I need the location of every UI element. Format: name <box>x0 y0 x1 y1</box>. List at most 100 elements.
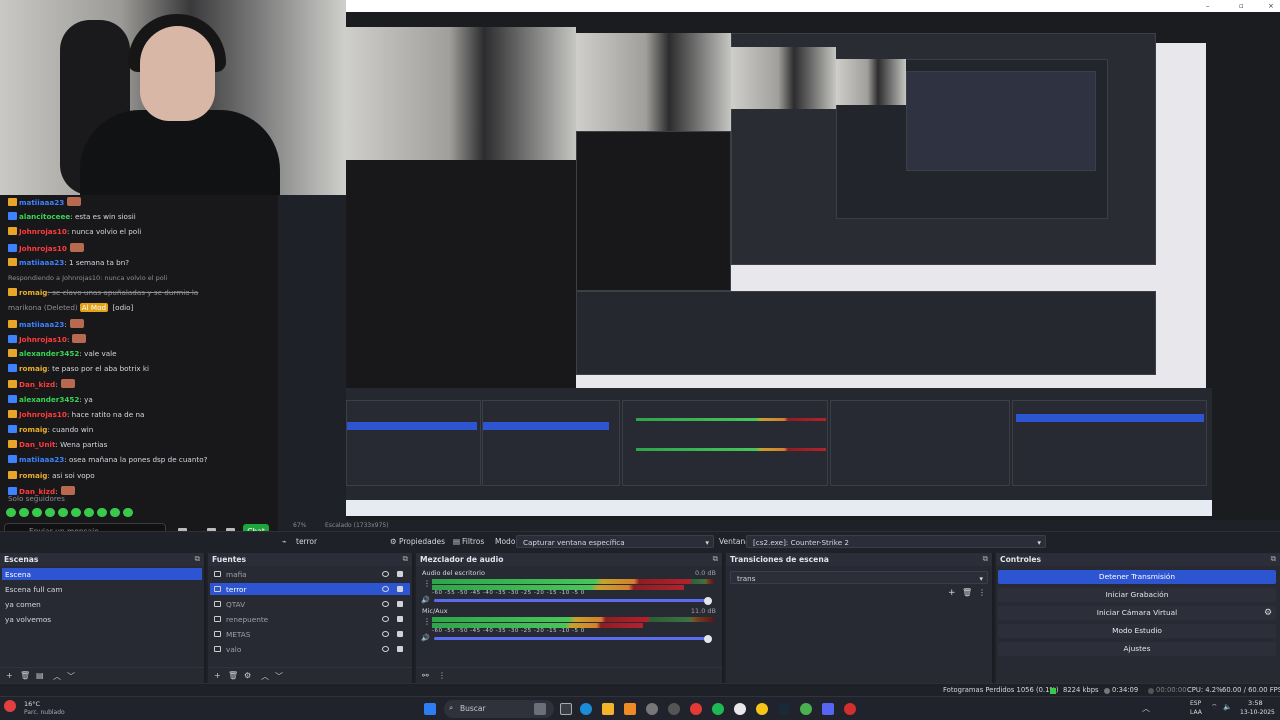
visibility-icon[interactable] <box>382 646 389 652</box>
close-icon[interactable]: × <box>1268 2 1274 10</box>
chat-username[interactable]: Dan_Unit <box>19 440 55 449</box>
chat-username[interactable]: Johnrojas10 <box>19 335 67 344</box>
float-icon[interactable]: ⧉ <box>403 554 408 564</box>
chat-username[interactable]: Dan_kizd <box>19 380 55 389</box>
visibility-icon[interactable] <box>382 571 389 577</box>
chat-username[interactable]: romaig <box>19 471 47 480</box>
lock-icon[interactable] <box>397 646 403 652</box>
minimize-icon[interactable]: – <box>1206 2 1210 10</box>
move-up-icon[interactable]: ︿ <box>53 671 61 682</box>
settings-button[interactable]: Ajustes <box>998 642 1276 656</box>
obs-icon[interactable] <box>844 703 856 715</box>
widgets-icon[interactable] <box>534 703 546 715</box>
start-recording-button[interactable]: Iniciar Grabación <box>998 588 1276 602</box>
remove-scene-icon[interactable]: 🗑 <box>20 671 30 680</box>
studio-mode-button[interactable]: Modo Estudio <box>998 624 1276 638</box>
move-up-icon[interactable]: ︿ <box>261 671 269 682</box>
visibility-icon[interactable] <box>382 631 389 637</box>
scene-item[interactable]: ya comen <box>2 598 202 610</box>
transition-select[interactable]: trans ▾ <box>730 571 988 584</box>
float-icon[interactable]: ⧉ <box>1271 554 1276 564</box>
visibility-icon[interactable] <box>382 616 389 622</box>
maximize-icon[interactable]: ▫ <box>1239 2 1244 10</box>
float-icon[interactable]: ⧉ <box>713 554 718 564</box>
clock-date[interactable]: 13-10-2025 <box>1240 709 1275 716</box>
add-source-icon[interactable]: + <box>214 671 221 680</box>
app-icon[interactable] <box>668 703 680 715</box>
visibility-icon[interactable] <box>382 586 389 592</box>
link-icon[interactable]: ⚯ <box>422 671 429 680</box>
media-icon[interactable] <box>690 703 702 715</box>
app-icon[interactable] <box>756 703 768 715</box>
float-icon[interactable]: ⧉ <box>983 554 988 564</box>
float-icon[interactable]: ⧉ <box>195 554 200 564</box>
scene-item[interactable]: Escena <box>2 568 202 580</box>
network-icon[interactable]: ⌔ <box>1211 703 1218 712</box>
chat-username[interactable]: matiiaaa23 <box>19 258 64 267</box>
chat-username[interactable]: alexander3452 <box>19 395 79 404</box>
task-view-icon[interactable] <box>560 703 572 715</box>
gear-icon[interactable]: ⚙ <box>1264 608 1272 618</box>
app-icon[interactable] <box>624 703 636 715</box>
keyboard-layout[interactable]: LAA <box>1190 709 1202 716</box>
file-explorer-icon[interactable] <box>602 703 614 715</box>
chrome-icon[interactable] <box>800 703 812 715</box>
spotify-icon[interactable] <box>712 703 724 715</box>
start-virtual-camera-button[interactable]: Iniciar Cámara Virtual <box>998 606 1276 620</box>
add-scene-icon[interactable]: + <box>6 671 13 680</box>
filters-button[interactable]: Filtros <box>462 537 484 546</box>
chat-username[interactable]: alexander3452 <box>19 349 79 358</box>
move-down-icon[interactable]: ﹀ <box>275 671 283 682</box>
chat-username[interactable]: romaig <box>19 364 47 373</box>
properties-button[interactable]: Propiedades <box>399 537 445 546</box>
edge-icon[interactable] <box>580 703 592 715</box>
clock-time[interactable]: 3:58 <box>1248 699 1263 707</box>
source-item[interactable]: renepuente <box>210 613 410 625</box>
remove-source-icon[interactable]: 🗑 <box>228 671 238 680</box>
language[interactable]: ESP <box>1190 700 1201 707</box>
discord-icon[interactable] <box>822 703 834 715</box>
windows-start-icon[interactable] <box>424 703 436 715</box>
source-item[interactable]: terror <box>210 583 410 595</box>
scene-item[interactable]: Escena full cam <box>2 583 202 595</box>
visibility-icon[interactable] <box>382 601 389 607</box>
source-settings-icon[interactable]: ⚙ <box>244 671 251 680</box>
move-down-icon[interactable]: ﹀ <box>67 671 75 682</box>
lock-icon[interactable] <box>397 616 403 622</box>
menu-dots-icon[interactable]: ⋮ <box>978 588 986 597</box>
volume-slider-knob[interactable] <box>704 596 712 605</box>
remove-transition-icon[interactable]: 🗑 <box>962 588 972 597</box>
source-item[interactable]: mafia <box>210 568 410 580</box>
obs-preview[interactable] <box>346 12 1280 520</box>
mode-select[interactable]: Capturar ventana específica ▾ <box>516 535 714 548</box>
lock-icon[interactable] <box>397 601 403 607</box>
speaker-icon[interactable]: 🔊 <box>421 634 430 642</box>
source-item[interactable]: valo <box>210 643 410 655</box>
menu-dots-icon[interactable]: ⋮ <box>423 617 431 626</box>
source-item[interactable]: QTAV <box>210 598 410 610</box>
lock-icon[interactable] <box>397 571 403 577</box>
volume-slider[interactable] <box>434 599 712 602</box>
menu-dots-icon[interactable]: ⋮ <box>438 671 446 680</box>
chat-username[interactable]: Johnrojas10 <box>19 227 67 236</box>
volume-slider-knob[interactable] <box>704 634 712 643</box>
chat-username[interactable]: alancitoceee <box>19 212 70 221</box>
chat-username[interactable]: Johnrojas10 <box>19 410 67 419</box>
steam-icon[interactable] <box>778 703 790 715</box>
lock-icon[interactable] <box>397 631 403 637</box>
menu-dots-icon[interactable]: ⋮ <box>423 579 431 588</box>
chat-username[interactable]: romaig <box>19 425 47 434</box>
add-transition-icon[interactable]: + <box>948 588 956 598</box>
emote-row[interactable] <box>6 508 136 518</box>
chat-username[interactable]: Johnrojas10 <box>19 244 67 253</box>
stop-streaming-button[interactable]: Detener Transmisión <box>998 570 1276 584</box>
volume-slider[interactable] <box>434 637 712 640</box>
chrome-icon[interactable] <box>734 703 746 715</box>
chat-username[interactable]: romaig <box>19 288 47 297</box>
speaker-icon[interactable]: 🔊 <box>421 596 430 604</box>
chat-username[interactable]: matiiaaa23 <box>19 198 64 207</box>
settings-icon[interactable] <box>646 703 658 715</box>
lock-icon[interactable] <box>397 586 403 592</box>
volume-icon[interactable]: 🔈 <box>1223 703 1232 711</box>
window-select[interactable]: [cs2.exe]: Counter-Strike 2 ▾ <box>746 535 1046 548</box>
